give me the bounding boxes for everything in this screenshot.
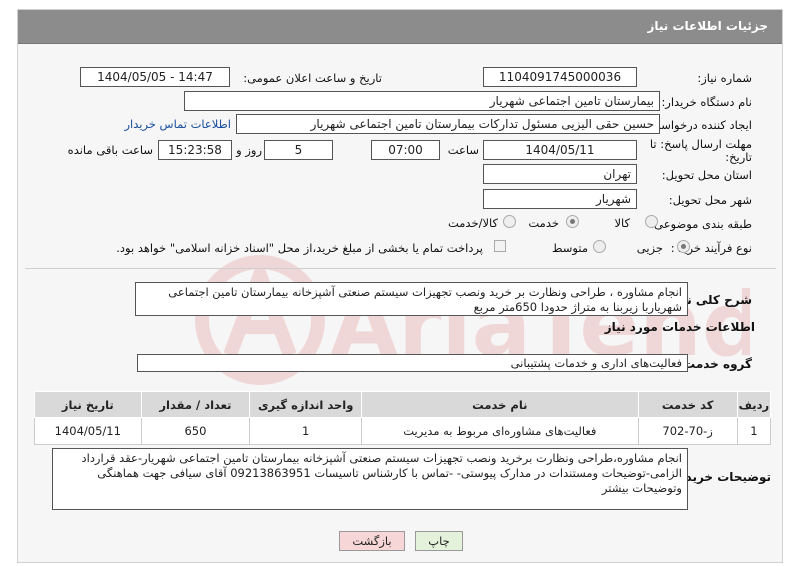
province-label: استان محل تحویل: [661, 168, 752, 182]
category-radio-service[interactable] [566, 215, 579, 228]
summary-text: انجام مشاوره ، طراحی ونظارت بر خرید ونصب… [135, 282, 688, 316]
col-unit: واحد اندازه گیری [249, 391, 363, 418]
process-option-minor: جزیی [636, 241, 663, 255]
process-option-medium: متوسط [551, 241, 588, 255]
cell-service-code: ز-70-702 [637, 417, 738, 445]
services-table: ردیف کد خدمت نام خدمت واحد اندازه گیری ت… [34, 391, 772, 445]
back-button[interactable]: بازگشت [339, 531, 405, 551]
service-group-field: فعالیت‌های اداری و خدمات پشتیبانی [137, 354, 688, 372]
category-option-goods-service: کالا/خدمت [447, 216, 498, 230]
treasury-payment-checkbox[interactable] [494, 240, 506, 252]
deadline-date-label: تاریخ: [725, 150, 752, 164]
announce-datetime-field: 1404/05/05 - 14:47 [80, 67, 230, 87]
city-label: شهر محل تحویل: [668, 193, 752, 207]
category-radio-goods[interactable] [645, 215, 658, 228]
section-divider [25, 268, 776, 269]
panel-title: جزئیات اطلاعات نیاز [647, 19, 768, 33]
cell-row-number: 1 [736, 417, 772, 445]
buyer-notes-text: انجام مشاوره،طراحی ونظارت برخرید ونصب تج… [52, 448, 688, 510]
print-button[interactable]: چاپ [415, 531, 463, 551]
creator-label: ایجاد کننده درخواست: [646, 118, 752, 132]
category-radio-goods-service[interactable] [503, 215, 516, 228]
deadline-label: مهلت ارسال پاسخ: تا [649, 137, 752, 151]
treasury-payment-note: پرداخت تمام یا بخشی از مبلغ خرید،از محل … [116, 241, 483, 255]
need-number-field: 1104091745000036 [483, 67, 637, 87]
need-number-label: شماره نیاز: [697, 71, 752, 85]
service-group-label: گروه خدمت: [678, 357, 752, 371]
col-need-date: تاریخ نیاز [34, 391, 142, 418]
process-radio-minor[interactable] [677, 240, 690, 253]
cell-quantity: 650 [140, 417, 251, 445]
time-label: ساعت [447, 143, 479, 157]
panel-header: جزئیات اطلاعات نیاز [18, 10, 782, 44]
deadline-date-field: 1404/05/11 [483, 140, 637, 160]
buyer-org-label: نام دستگاه خریدار: [661, 95, 752, 109]
buyer-org-field: بیمارستان تامین اجتماعی شهریار [184, 91, 660, 111]
services-section-title: اطلاعات خدمات مورد نیاز [604, 320, 755, 334]
col-service-name: نام خدمت [361, 391, 639, 418]
province-field: تهران [483, 164, 637, 184]
cell-unit: 1 [249, 417, 363, 445]
category-label: طبقه بندی موضوعی: [650, 217, 752, 231]
days-field: 5 [264, 140, 333, 160]
col-quantity: تعداد / مقدار [140, 391, 251, 418]
col-service-code: کد خدمت [637, 391, 738, 418]
cell-need-date: 1404/05/11 [34, 417, 142, 445]
cell-service-name: فعالیت‌های مشاوره‌ای مربوط به مدیریت [361, 417, 639, 445]
city-field: شهریار [483, 189, 637, 209]
deadline-time-field: 07:00 [371, 140, 440, 160]
announce-datetime-label: تاریخ و ساعت اعلان عمومی: [243, 71, 382, 85]
category-option-goods: کالا [614, 216, 630, 230]
process-radio-medium[interactable] [593, 240, 606, 253]
col-row-number: ردیف [736, 391, 772, 418]
days-label: روز و [236, 143, 262, 157]
creator-field: حسین حقی الیزیی مسئول تدارکات بیمارستان … [236, 114, 660, 134]
remaining-label: ساعت باقی مانده [67, 143, 153, 157]
table-row: 1 ز-70-702 فعالیت‌های مشاوره‌ای مربوط به… [34, 417, 772, 445]
services-table-header: ردیف کد خدمت نام خدمت واحد اندازه گیری ت… [34, 391, 772, 418]
buyer-contact-link[interactable]: اطلاعات تماس خریدار [124, 117, 231, 131]
remaining-time-field: 15:23:58 [158, 140, 232, 160]
category-option-service: خدمت [528, 216, 559, 230]
